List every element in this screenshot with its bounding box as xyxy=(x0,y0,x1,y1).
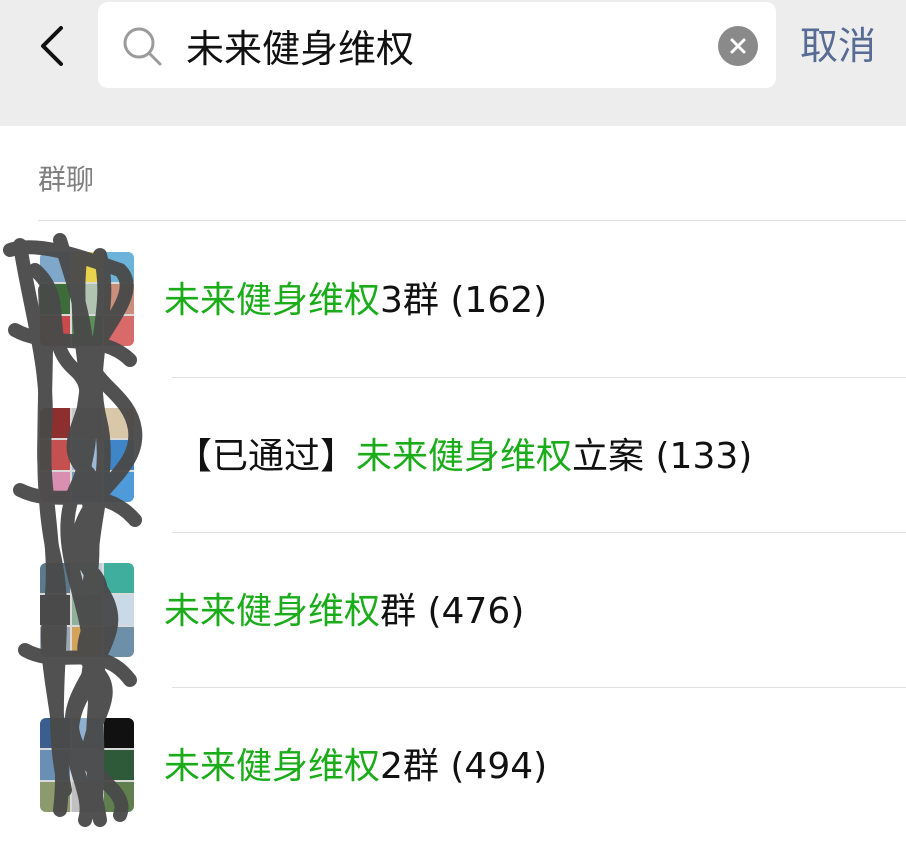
name-highlight: 未来健身维权 xyxy=(164,746,381,787)
group-chat-name: 【已通过】未来健身维权立案 (133) xyxy=(176,432,752,482)
name-highlight: 未来健身维权 xyxy=(164,591,381,632)
name-suffix: 3群 xyxy=(380,280,439,321)
group-chat-result[interactable]: 未来健身维权群 (476) xyxy=(0,533,906,688)
name-prefix: 【已通过】 xyxy=(176,436,357,477)
section-title-group-chats: 群聊 xyxy=(38,163,95,196)
search-icon xyxy=(123,27,162,66)
name-suffix: 2群 xyxy=(380,746,439,787)
group-avatar xyxy=(40,408,134,502)
clear-button[interactable] xyxy=(718,26,758,66)
member-count: (476) xyxy=(427,591,525,632)
group-chat-result[interactable]: 未来健身维权2群 (494) xyxy=(0,688,906,843)
search-box[interactable] xyxy=(98,2,776,88)
name-highlight: 未来健身维权 xyxy=(164,280,381,321)
name-suffix: 立案 xyxy=(572,436,645,477)
group-chat-name: 未来健身维权2群 (494) xyxy=(164,742,547,792)
name-suffix: 群 xyxy=(380,591,417,632)
group-avatar xyxy=(40,718,134,812)
member-count: (133) xyxy=(655,436,753,477)
group-chat-result[interactable]: 未来健身维权3群 (162) xyxy=(0,222,906,377)
member-count: (494) xyxy=(450,746,548,787)
member-count: (162) xyxy=(450,280,548,321)
chevron-left-icon xyxy=(41,26,63,66)
name-highlight: 未来健身维权 xyxy=(356,436,573,477)
search-header: 取消 xyxy=(0,0,906,126)
clear-icon xyxy=(730,38,746,54)
search-input[interactable] xyxy=(186,16,706,74)
section-divider xyxy=(38,220,906,221)
cancel-button[interactable]: 取消 xyxy=(800,20,876,72)
group-avatar xyxy=(40,252,134,346)
group-chat-name: 未来健身维权群 (476) xyxy=(164,587,524,637)
group-avatar xyxy=(40,563,134,657)
back-button[interactable] xyxy=(30,22,74,70)
group-chat-name: 未来健身维权3群 (162) xyxy=(164,276,547,326)
group-chat-result[interactable]: 【已通过】未来健身维权立案 (133) xyxy=(0,378,906,533)
